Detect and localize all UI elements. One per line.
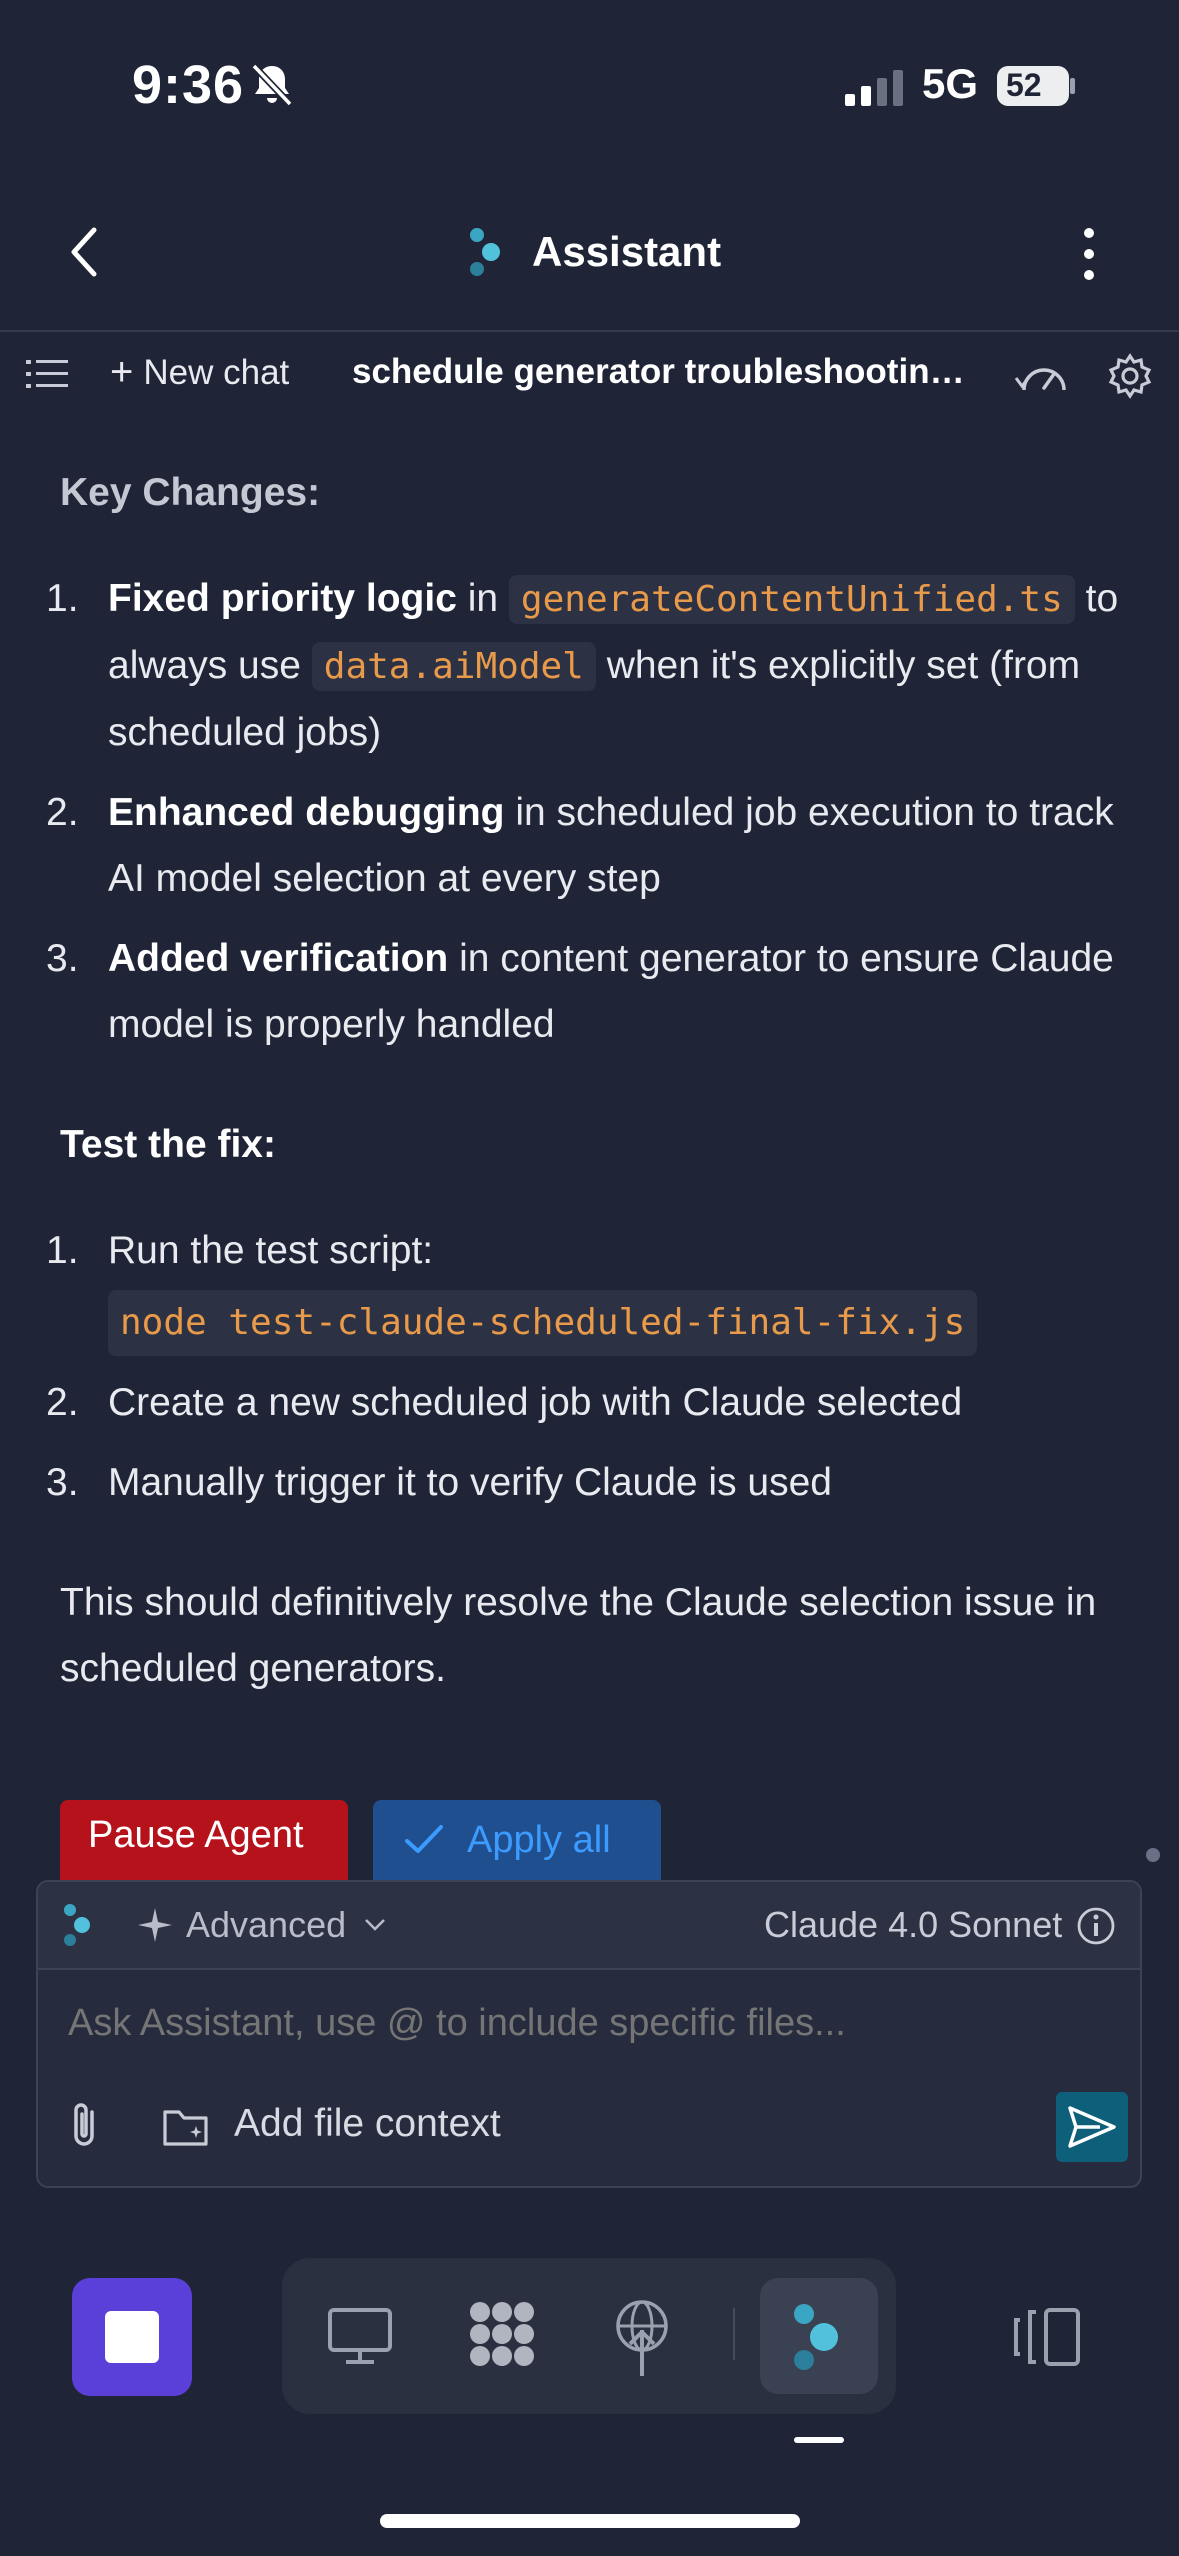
apps-grid-icon[interactable] [466,2298,538,2370]
chevron-down-icon [365,1919,386,1931]
battery-level: 52 [1006,67,1042,103]
assistant-message: Key Changes: 1. Fixed priority logic in … [40,460,1120,1702]
test-heading: Test the fix: [60,1123,276,1166]
signal-icon [845,70,903,106]
paperclip-icon[interactable] [66,2100,106,2150]
folder-add-icon[interactable] [162,2104,210,2148]
assistant-logo-icon [794,2304,838,2370]
chevron-left-icon[interactable] [60,222,110,282]
scroll-indicator[interactable] [1146,1848,1160,1862]
status-time: 9:36 [132,55,245,115]
list-item: 2. Enhanced debugging in scheduled job e… [46,791,1114,900]
network-label: 5G [922,60,979,107]
mode-selector[interactable]: Advanced [186,1904,386,1946]
changes-list: 1. Fixed priority logic in generateConte… [40,566,1120,1058]
list-item: 2. Create a new scheduled job with Claud… [46,1381,963,1424]
inline-code: generateContentUnified.ts [508,575,1075,624]
list-item: 1. Run the test script: node test-claude… [40,1218,1120,1356]
code-block: node test-claude-scheduled-final-fix.js [108,1290,978,1356]
info-icon[interactable] [1076,1906,1116,1946]
key-changes-heading: Key Changes: [60,471,321,514]
list-item: 1. Fixed priority logic in generateConte… [46,575,1119,754]
assistant-logo-icon [470,228,500,276]
gauge-icon[interactable] [1014,356,1072,396]
send-button[interactable] [1056,2092,1128,2162]
list-item: 3. Added verification in content generat… [46,937,1114,1046]
globe-upload-icon[interactable] [610,2296,674,2380]
list-item: 3. Manually trigger it to verify Claude … [46,1461,832,1504]
nav-divider [0,330,1179,332]
monitor-icon[interactable] [324,2300,396,2372]
apply-all-label: Apply all [467,1818,611,1861]
message-input[interactable] [68,2002,1108,2045]
active-tab-indicator [794,2437,844,2443]
new-chat-button[interactable]: + New chat [110,350,289,395]
stop-button[interactable] [72,2278,192,2396]
send-icon [1068,2106,1116,2148]
inline-code: data.aiModel [311,642,596,691]
page-title: Assistant [532,228,722,275]
check-icon [405,1825,443,1853]
sparkle-icon [138,1908,172,1942]
chat-title[interactable]: schedule generator troubleshooting ... [352,352,982,392]
silent-bell-icon [251,63,293,107]
battery-icon: 52 [996,64,1076,108]
plus-icon: + [110,350,134,394]
stop-icon [105,2311,159,2363]
gear-icon[interactable] [1106,352,1154,400]
model-selector[interactable]: Claude 4.0 Sonnet [764,1904,1062,1946]
steps-list: 1. Run the test script: node test-claude… [40,1218,1120,1516]
dock-divider [733,2308,735,2360]
home-indicator[interactable] [380,2514,800,2528]
assistant-logo-icon [64,1904,90,1946]
new-chat-label: New chat [143,352,290,392]
add-file-context-button[interactable]: Add file context [234,2102,501,2146]
list-icon[interactable] [26,354,70,394]
mode-label: Advanced [186,1904,347,1945]
more-vertical-icon[interactable] [1070,224,1108,284]
pause-agent-button[interactable]: Pause Agent [60,1800,348,1880]
apply-all-button[interactable]: Apply all [373,1800,661,1880]
conclusion-text: This should definitively resolve the Cla… [60,1581,1097,1690]
side-panel-icon[interactable] [1010,2306,1082,2368]
